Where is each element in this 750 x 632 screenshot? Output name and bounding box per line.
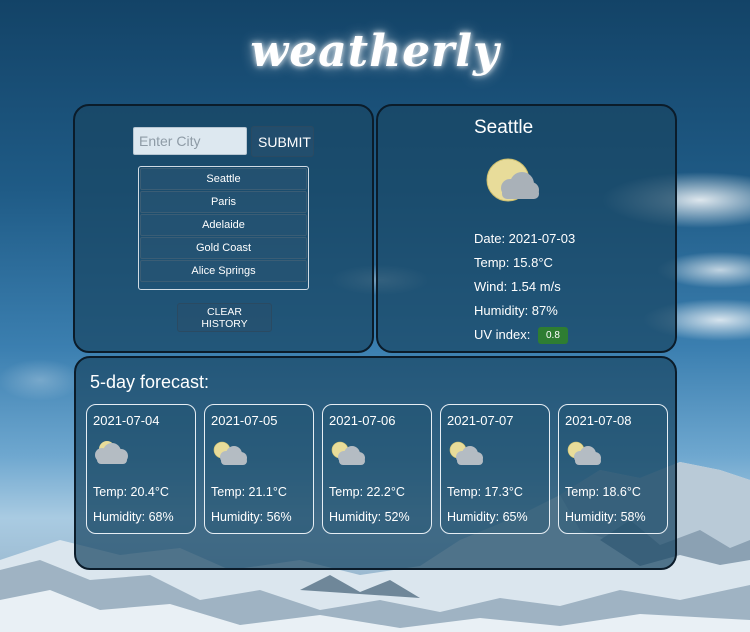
app-title: weatherly [250, 26, 500, 77]
forecast-panel: 5-day forecast: 2021-07-04 Temp: 20.4°C … [74, 356, 677, 570]
search-history-list[interactable]: Seattle Paris Adelaide Gold Coast Alice … [138, 166, 309, 290]
forecast-humidity: Humidity: 56% [211, 510, 292, 524]
history-item-alice-springs[interactable]: Alice Springs [140, 260, 307, 282]
forecast-date: 2021-07-08 [565, 413, 632, 428]
cloudy-icon [95, 441, 128, 464]
current-temp: Temp: 15.8°C [474, 255, 553, 270]
forecast-date: 2021-07-07 [447, 413, 514, 428]
history-item-adelaide[interactable]: Adelaide [140, 214, 307, 236]
uv-index-label: UV index: [474, 327, 531, 342]
forecast-temp: Temp: 17.3°C [447, 485, 523, 499]
city-search-input[interactable] [133, 127, 247, 155]
current-wind: Wind: 1.54 m/s [474, 279, 561, 294]
forecast-humidity: Humidity: 52% [329, 510, 410, 524]
forecast-title: 5-day forecast: [90, 372, 210, 392]
forecast-temp: Temp: 18.6°C [565, 485, 641, 499]
partly-cloudy-icon [567, 441, 601, 465]
partly-cloudy-icon [449, 441, 483, 465]
forecast-humidity: Humidity: 68% [93, 510, 174, 524]
uv-index-row: UV index: 0.8 [474, 327, 568, 344]
forecast-date: 2021-07-04 [93, 413, 160, 428]
forecast-day-card: 2021-07-05 Temp: 21.1°C Humidity: 56% [204, 404, 314, 534]
submit-button[interactable]: SUBMIT [251, 126, 314, 157]
search-panel: SUBMIT Seattle Paris Adelaide Gold Coast… [73, 104, 374, 353]
partly-cloudy-icon [486, 158, 539, 202]
forecast-day-card: 2021-07-08 Temp: 18.6°C Humidity: 58% [558, 404, 668, 534]
forecast-date: 2021-07-06 [329, 413, 396, 428]
current-date: Date: 2021-07-03 [474, 231, 576, 246]
forecast-temp: Temp: 21.1°C [211, 485, 287, 499]
partly-cloudy-icon [213, 441, 247, 465]
current-city-name: Seattle [474, 117, 534, 138]
forecast-day-card: 2021-07-07 Temp: 17.3°C Humidity: 65% [440, 404, 550, 534]
forecast-humidity: Humidity: 65% [447, 510, 528, 524]
history-item-gold-coast[interactable]: Gold Coast [140, 237, 307, 259]
forecast-temp: Temp: 20.4°C [93, 485, 169, 499]
clear-history-button[interactable]: CLEAR HISTORY [177, 303, 272, 332]
history-item-paris[interactable]: Paris [140, 191, 307, 213]
forecast-temp: Temp: 22.2°C [329, 485, 405, 499]
search-row: SUBMIT [133, 126, 314, 157]
partly-cloudy-icon [331, 441, 365, 465]
current-humidity: Humidity: 87% [474, 303, 558, 318]
forecast-day-card: 2021-07-04 Temp: 20.4°C Humidity: 68% [86, 404, 196, 534]
forecast-date: 2021-07-05 [211, 413, 278, 428]
forecast-humidity: Humidity: 58% [565, 510, 646, 524]
forecast-day-card: 2021-07-06 Temp: 22.2°C Humidity: 52% [322, 404, 432, 534]
uv-index-badge: 0.8 [538, 327, 568, 344]
history-item-seattle[interactable]: Seattle [140, 168, 307, 190]
current-weather-panel: Seattle Date: 2021-07-03 Temp: 15.8°C Wi… [376, 104, 677, 353]
